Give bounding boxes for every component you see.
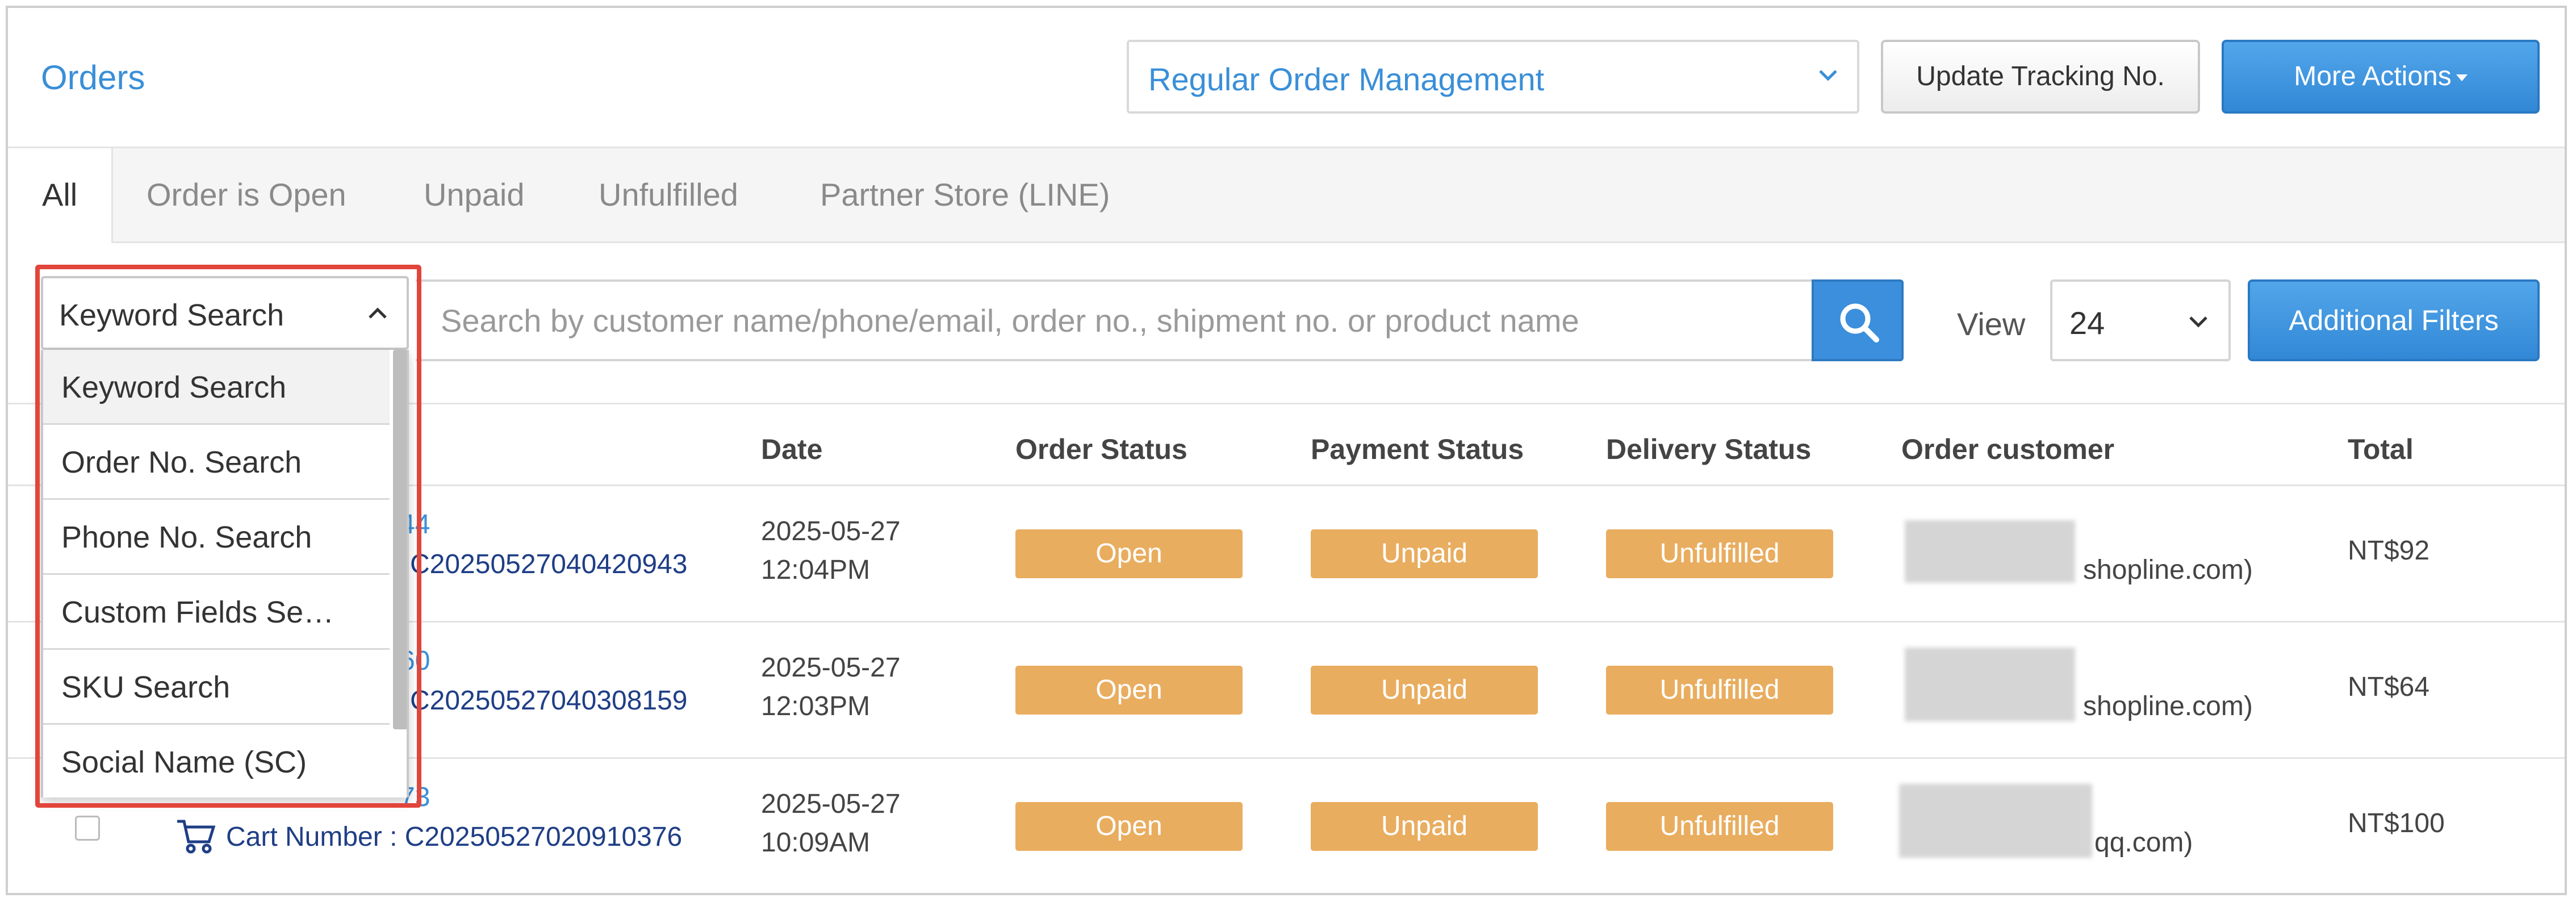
payment-status-badge: Unpaid	[1311, 802, 1538, 851]
order-tabs: All Order is Open Unpaid Unfulfilled Par…	[8, 147, 2565, 243]
page-header: Orders Regular Order Management Update T…	[8, 8, 2565, 147]
customer-email: shopline.com)	[2083, 555, 2253, 585]
column-header-delivery-status: Delivery Status	[1606, 433, 1812, 465]
caret-down-icon	[2456, 74, 2468, 82]
delivery-status-badge: Unfulfilled	[1606, 802, 1833, 851]
customer-email: shopline.com)	[2083, 691, 2253, 721]
payment-status-badge: Unpaid	[1311, 529, 1538, 578]
tab-order-is-open[interactable]: Order is Open	[147, 148, 346, 241]
search-icon	[1840, 303, 1879, 343]
column-header-total: Total	[2348, 433, 2414, 465]
search-button[interactable]	[1812, 279, 1904, 361]
cart-number: C20250527040308159	[410, 686, 688, 716]
tab-unfulfilled[interactable]: Unfulfilled	[599, 148, 738, 241]
order-time: 10:09AM	[761, 828, 871, 858]
order-time: 12:03PM	[761, 691, 871, 721]
row-select-checkbox[interactable]	[75, 816, 100, 841]
column-header-payment-status: Payment Status	[1311, 433, 1524, 465]
order-date: 2025-05-27	[761, 653, 901, 683]
app-root: Orders Regular Order Management Update T…	[0, 0, 2576, 902]
more-actions-label: More Actions	[2294, 61, 2452, 91]
chevron-down-icon	[2189, 316, 2207, 328]
customer-name-redacted	[1899, 784, 2092, 858]
tab-unpaid[interactable]: Unpaid	[424, 148, 524, 241]
customer-email: qq.com)	[2094, 828, 2193, 858]
customer-name-redacted	[1905, 648, 2075, 721]
tab-all[interactable]: All	[8, 148, 114, 243]
highlight-annotation	[35, 265, 421, 808]
delivery-status-badge: Unfulfilled	[1606, 666, 1833, 715]
order-total: NT$92	[2348, 536, 2430, 566]
search-field[interactable]	[416, 279, 1817, 361]
order-status-badge: Open	[1015, 802, 1243, 851]
chevron-down-icon	[1819, 70, 1837, 81]
order-status-badge: Open	[1015, 529, 1243, 578]
payment-status-badge: Unpaid	[1311, 666, 1538, 715]
orders-panel: Orders Regular Order Management Update T…	[6, 6, 2567, 895]
column-header-date: Date	[761, 433, 823, 465]
column-header-order-status: Order Status	[1015, 433, 1187, 465]
order-date: 2025-05-27	[761, 789, 901, 819]
order-time: 12:04PM	[761, 555, 871, 585]
tab-partner-store[interactable]: Partner Store (LINE)	[820, 148, 1110, 241]
order-status-badge: Open	[1015, 666, 1243, 715]
view-count-value: 24	[2069, 305, 2105, 341]
order-date: 2025-05-27	[761, 516, 901, 546]
view-count-select[interactable]: 24	[2050, 279, 2231, 361]
more-actions-button[interactable]: More Actions	[2222, 40, 2540, 114]
additional-filters-button[interactable]: Additional Filters	[2248, 279, 2540, 361]
column-header-order-customer: Order customer	[1901, 433, 2115, 465]
order-management-value: Regular Order Management	[1148, 61, 1545, 97]
cart-icon	[177, 820, 216, 854]
search-input[interactable]	[416, 282, 1815, 359]
page-title: Orders	[41, 59, 145, 97]
order-total: NT$100	[2348, 808, 2445, 838]
cart-number: Cart Number : C20250527020910376	[226, 822, 683, 852]
view-label: View	[1957, 306, 2026, 342]
customer-name-redacted	[1905, 520, 2075, 583]
update-tracking-button[interactable]: Update Tracking No.	[1881, 40, 2200, 114]
cart-number: C20250527040420943	[410, 549, 688, 579]
delivery-status-badge: Unfulfilled	[1606, 529, 1833, 578]
order-management-select[interactable]: Regular Order Management	[1127, 40, 1859, 114]
order-total: NT$64	[2348, 672, 2430, 702]
